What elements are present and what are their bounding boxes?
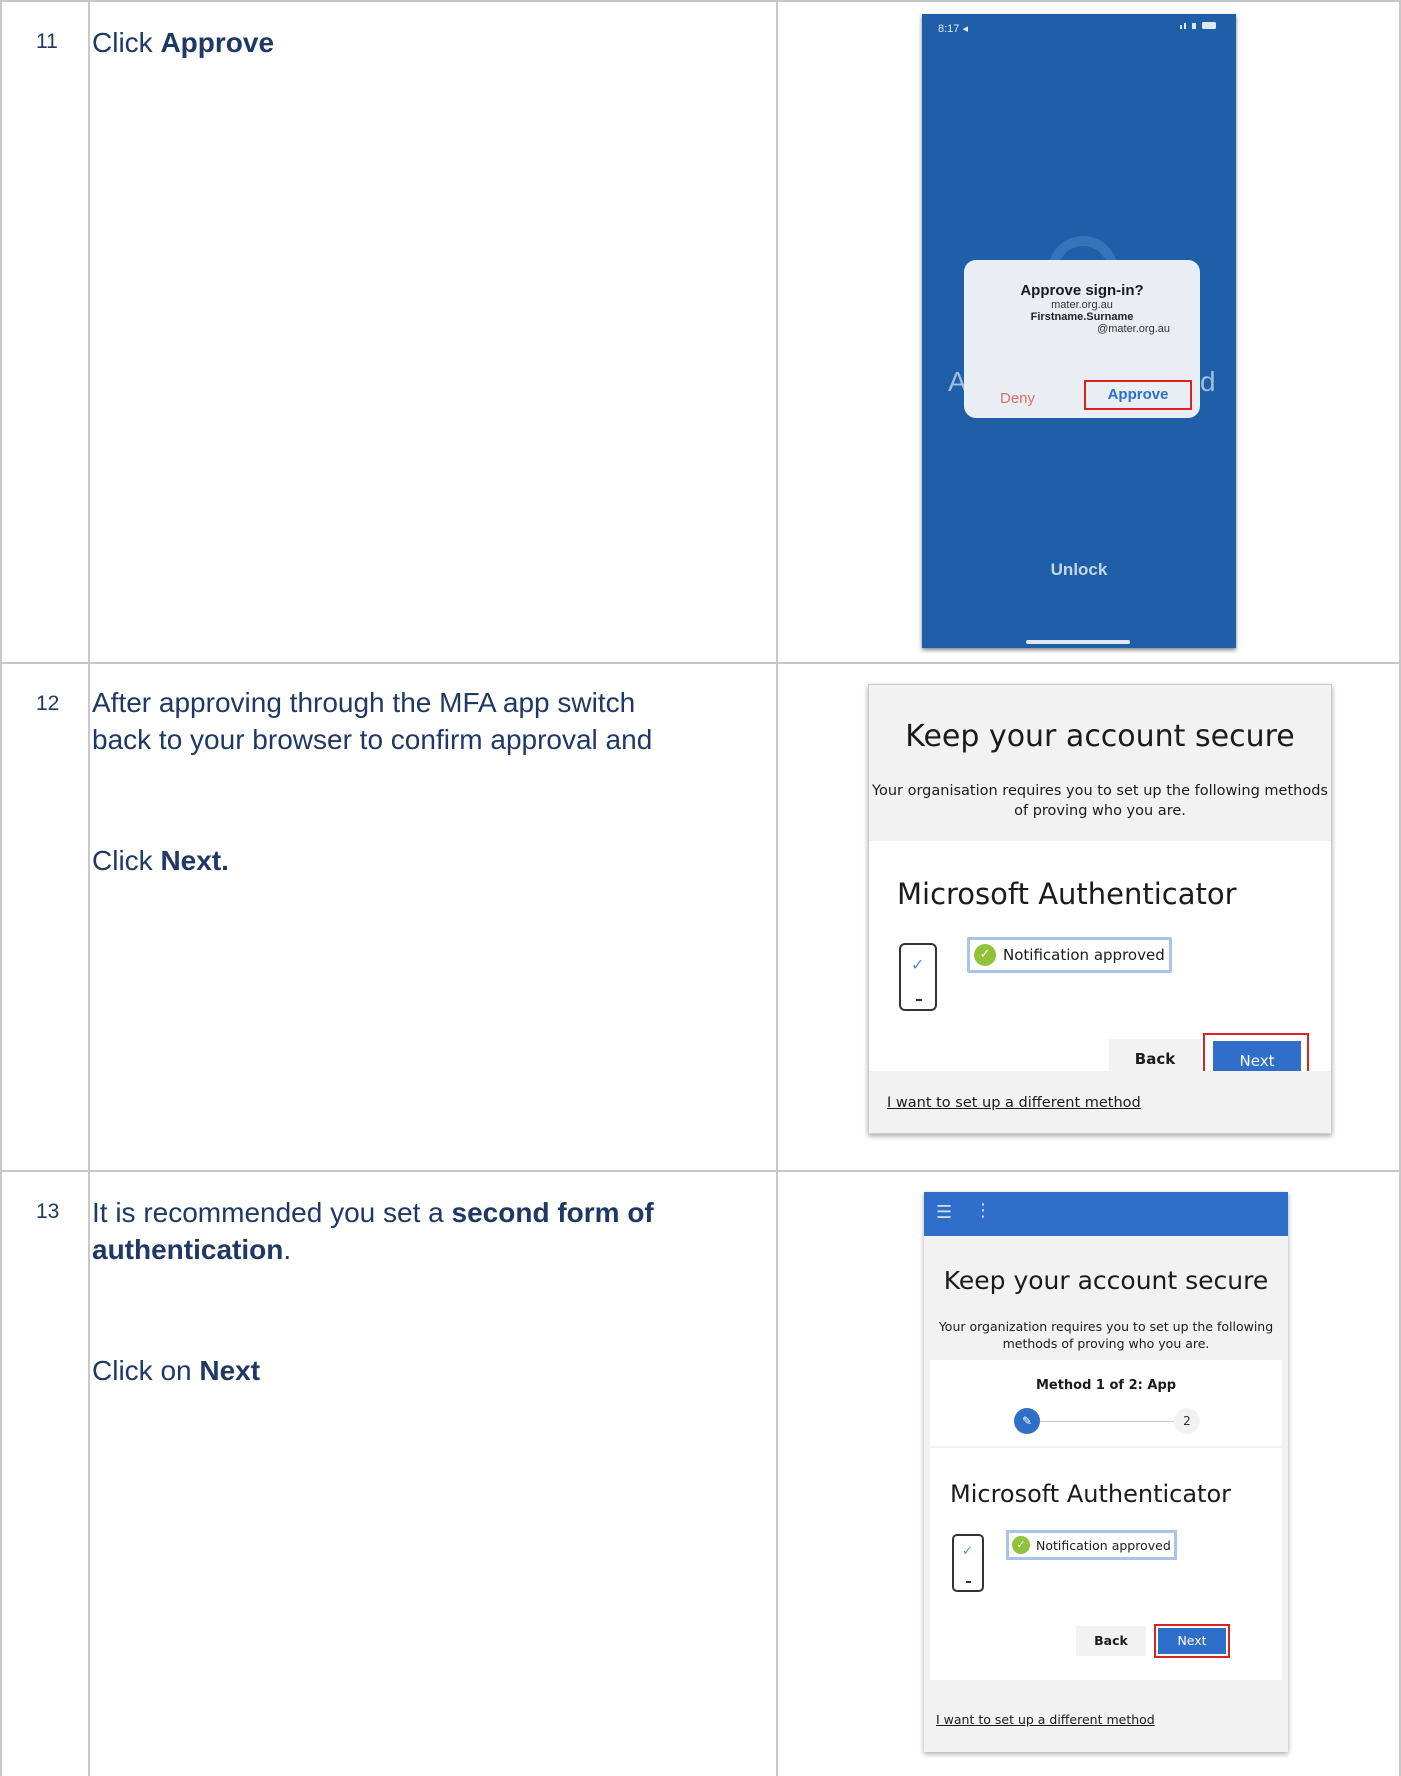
hamburger-menu-icon[interactable]: ☰ — [936, 1202, 952, 1223]
phone-icon: ✓ — [899, 943, 937, 1011]
page-subtitle: Your organization requires you to set up… — [924, 1318, 1288, 1352]
instruction-bold: Approve — [160, 27, 275, 58]
step-2-indicator: 2 — [1174, 1408, 1200, 1434]
deny-button[interactable]: Deny — [1000, 390, 1035, 407]
page-body: Keep your account secure Your organizati… — [924, 1236, 1288, 1752]
check-icon: ✓ — [1012, 1536, 1030, 1554]
progress-line — [1040, 1421, 1174, 1422]
instructions-table: 11 Click Approve 8:17 ◂ A d Approve sign… — [0, 0, 1401, 1776]
notification-text: Notification approved — [1036, 1537, 1171, 1553]
approve-sign-in-dialog: Approve sign-in? mater.org.au Firstname.… — [964, 260, 1200, 418]
step-number: 13 — [36, 1200, 60, 1223]
step-number: 12 — [36, 692, 60, 715]
background-text: d — [1200, 366, 1216, 397]
instruction-text: After approving through the MFA app swit… — [92, 687, 636, 718]
approve-button[interactable]: Approve — [1084, 380, 1192, 410]
unlock-label[interactable]: Unlock — [922, 560, 1236, 580]
instruction-text: back to your browser to confirm approval… — [92, 724, 653, 755]
method-progress-label: Method 1 of 2: App — [1035, 1378, 1177, 1393]
method-title: Microsoft Authenticator — [897, 877, 1237, 911]
top-app-bar: ☰ ⋮ — [924, 1192, 1288, 1236]
instruction-text: Click — [92, 845, 161, 876]
row-divider-11 — [0, 662, 1401, 664]
subtitle-line: Your organization requires you to set up… — [938, 1319, 1274, 1334]
row-divider-12 — [0, 1170, 1401, 1172]
notification-status: ✓ Notification approved — [1006, 1530, 1177, 1560]
more-vertical-icon[interactable]: ⋮ — [974, 1200, 992, 1221]
check-icon: ✓ — [974, 944, 996, 966]
subtitle-line: methods of proving who you are. — [1002, 1336, 1210, 1351]
step-instruction: Click on Next — [92, 1352, 772, 1389]
header-panel: Keep your account secure Your organisati… — [869, 685, 1331, 841]
subtitle-line: Your organisation requires you to set up… — [872, 783, 1328, 799]
next-highlight: Next — [1154, 1624, 1230, 1658]
instruction-bold: Next — [199, 1355, 261, 1386]
instruction-bold: Next. — [160, 845, 229, 876]
phone-home-button — [916, 999, 922, 1001]
dialog-title: Approve sign-in? — [1020, 282, 1144, 299]
mfa-screenshot: Keep your account secure Your organisati… — [868, 684, 1332, 1134]
notification-status: ✓ Notification approved — [967, 937, 1172, 973]
notification-text: Notification approved — [1003, 946, 1165, 964]
subtitle-line: of proving who you are. — [1014, 803, 1186, 819]
check-icon: ✓ — [962, 1544, 973, 1559]
pencil-icon: ✎ — [1014, 1408, 1040, 1434]
next-button[interactable]: Next — [1158, 1628, 1226, 1654]
mfa-screenshot-mobile: ☰ ⋮ Keep your account secure Your organi… — [924, 1192, 1288, 1752]
step-instruction: Click Approve — [92, 24, 772, 61]
instruction-text: . — [283, 1234, 292, 1265]
phone-icon: ✓ — [952, 1534, 984, 1592]
method-title: Microsoft Authenticator — [950, 1480, 1232, 1508]
step-instruction: Click Next. — [92, 842, 772, 879]
step-instruction: After approving through the MFA app swit… — [92, 684, 772, 758]
page-title: Keep your account secure — [943, 1266, 1269, 1295]
phone-screenshot: 8:17 ◂ A d Approve sign-in? mater.org.au… — [922, 14, 1236, 648]
instruction-bold: authentication — [92, 1234, 284, 1265]
table-border-top — [0, 0, 1401, 2]
table-divider-number — [88, 0, 90, 1776]
dialog-user: Firstname.Surname — [1030, 311, 1134, 323]
step-instruction: It is recommended you set a second form … — [92, 1194, 772, 1268]
dialog-domain: @mater.org.au — [1097, 323, 1170, 335]
page-title: Keep your account secure — [905, 719, 1295, 754]
table-divider-image — [776, 0, 778, 1776]
instruction-text: Click — [92, 27, 161, 58]
check-icon: ✓ — [911, 955, 925, 974]
table-border-left — [0, 0, 2, 1776]
instruction-bold: second form of — [451, 1197, 654, 1228]
step-number: 11 — [36, 30, 58, 53]
different-method-link[interactable]: I want to set up a different method — [936, 1712, 1155, 1727]
method-card: Microsoft Authenticator ✓ ✓ Notification… — [930, 1448, 1282, 1680]
footer-panel: I want to set up a different method — [869, 1071, 1331, 1133]
status-signal-icon — [1180, 22, 1216, 29]
instruction-text: It is recommended you set a — [92, 1197, 452, 1228]
different-method-link[interactable]: I want to set up a different method — [887, 1095, 1141, 1111]
phone-home-button — [966, 1581, 971, 1583]
progress-card: Method 1 of 2: App ✎ 2 — [930, 1360, 1282, 1446]
instruction-text: Click on — [92, 1355, 200, 1386]
dialog-org: mater.org.au — [1051, 299, 1113, 311]
page-subtitle: Your organisation requires you to set up… — [869, 781, 1331, 821]
status-time: 8:17 ◂ — [938, 23, 968, 35]
home-indicator — [1026, 640, 1130, 644]
back-button[interactable]: Back — [1076, 1626, 1146, 1656]
